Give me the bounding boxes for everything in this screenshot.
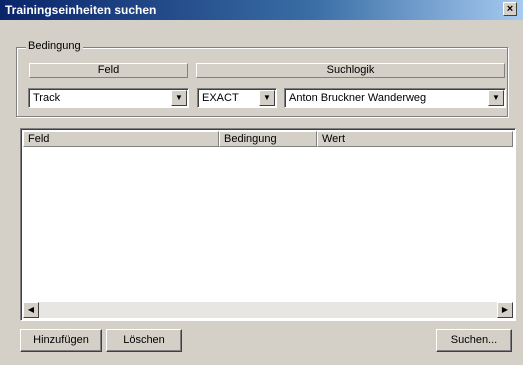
add-button[interactable]: Hinzufügen [20,329,102,352]
chevron-down-icon[interactable]: ▼ [488,90,504,106]
search-button[interactable]: Suchen... [436,329,512,352]
window-title: Trainingseinheiten suchen [5,3,157,17]
logic-header: Suchlogik [196,63,505,78]
chevron-down-icon[interactable]: ▼ [259,90,275,106]
field-header: Feld [29,63,188,78]
horizontal-scrollbar[interactable]: ◀ ▶ [23,302,513,318]
title-bar: Trainingseinheiten suchen [0,0,523,20]
value-select-value: Anton Bruckner Wanderweg [289,92,427,104]
column-header-field[interactable]: Feld [23,131,219,147]
field-select[interactable]: Track ▼ [28,88,189,108]
value-select[interactable]: Anton Bruckner Wanderweg ▼ [284,88,506,108]
close-icon: × [506,3,514,15]
chevron-down-icon[interactable]: ▼ [171,90,187,106]
column-header-value[interactable]: Wert [317,131,513,147]
condition-group-legend: Bedingung [26,40,83,53]
operator-select[interactable]: EXACT ▼ [197,88,277,108]
arrow-left-icon[interactable]: ◀ [23,302,39,318]
column-header-condition[interactable]: Bedingung [219,131,317,147]
field-select-value: Track [33,92,61,104]
close-button[interactable]: × [503,2,517,16]
delete-button[interactable]: Löschen [106,329,182,352]
operator-select-value: EXACT [202,92,239,104]
arrow-right-icon[interactable]: ▶ [497,302,513,318]
conditions-list[interactable]: Feld Bedingung Wert ◀ ▶ [20,128,516,321]
